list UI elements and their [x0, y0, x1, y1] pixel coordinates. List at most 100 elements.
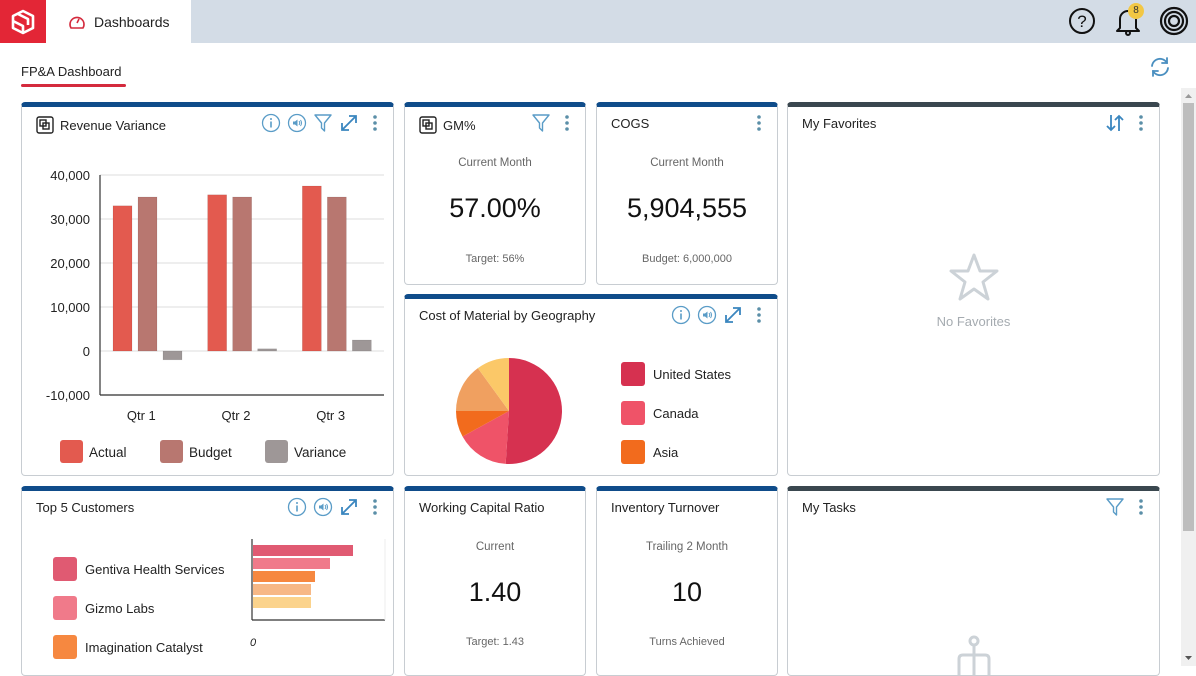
legend-swatch — [621, 362, 645, 386]
refresh-icon — [1151, 57, 1169, 77]
kpi-subtitle: Current Month — [458, 157, 532, 169]
x-tick-label: Qtr 1 — [127, 408, 156, 423]
speaker-icon[interactable] — [287, 113, 307, 133]
more-options-icon[interactable] — [557, 113, 577, 133]
x-tick-label: Qtr 2 — [222, 408, 251, 423]
customer-bar[interactable] — [253, 545, 353, 556]
legend-swatch — [53, 596, 77, 620]
customer-bar[interactable] — [253, 597, 311, 608]
help-button[interactable]: ? — [1066, 4, 1098, 38]
bar-budget[interactable] — [327, 196, 347, 352]
more-options-icon[interactable] — [1131, 497, 1151, 517]
filter-icon[interactable] — [531, 113, 551, 133]
info-icon[interactable] — [287, 497, 307, 517]
y-tick-label: 10,000 — [50, 300, 90, 315]
legend-label[interactable]: Actual — [89, 445, 127, 460]
card-title: Top 5 Customers — [36, 500, 135, 515]
filter-icon[interactable] — [1105, 497, 1125, 517]
app-logo[interactable] — [0, 0, 46, 43]
legend-item[interactable]: Asia — [621, 440, 678, 464]
legend-item[interactable]: Gentiva Health Services — [53, 557, 224, 581]
kpi-value: 1.40 — [468, 577, 522, 607]
bar-actual[interactable] — [302, 185, 322, 352]
y-tick-label: 40,000 — [50, 168, 90, 183]
bar-variance[interactable] — [352, 339, 372, 352]
more-options-icon[interactable] — [749, 305, 769, 325]
customers-bar-chart: 0 — [250, 539, 386, 649]
bar-budget[interactable] — [137, 196, 158, 352]
expand-icon[interactable] — [339, 113, 359, 133]
card-title: GM% — [443, 117, 476, 133]
expand-icon[interactable] — [723, 305, 743, 325]
speaker-icon[interactable] — [313, 497, 333, 517]
nav-tab-dashboards[interactable]: Dashboards — [46, 0, 191, 43]
more-options-icon[interactable] — [749, 113, 769, 133]
card-title: My Tasks — [802, 500, 856, 515]
legend-item[interactable]: United States — [621, 362, 731, 386]
more-options-icon[interactable] — [1131, 113, 1151, 133]
revenue-variance-card: Revenue Variance 40,000 30,000 20,000 10,00… — [21, 102, 394, 476]
bar-actual[interactable] — [207, 194, 227, 352]
kpi-value: 57.00% — [449, 193, 541, 223]
y-tick-label: 0 — [83, 344, 90, 359]
legend-label: Asia — [653, 444, 679, 460]
star-icon — [949, 253, 999, 301]
customer-bar[interactable] — [253, 558, 330, 569]
page-tab-fpa-dashboard[interactable]: FP&A Dashboard — [21, 64, 121, 79]
customer-bar[interactable] — [253, 584, 311, 595]
bar-variance[interactable] — [257, 348, 277, 352]
drill-icon[interactable] — [36, 116, 54, 134]
active-tab-indicator — [21, 84, 126, 87]
legend-swatch — [265, 440, 288, 463]
legend-item[interactable]: Canada — [621, 401, 699, 425]
no-favorites-text: No Favorites — [936, 314, 1011, 329]
scroll-up-arrow-icon[interactable] — [1181, 90, 1196, 102]
inventory-turnover-card: Inventory Turnover Trailing 2 Month 10 T… — [596, 486, 778, 676]
profile-button[interactable] — [1158, 4, 1190, 38]
kpi-value: 5,904,555 — [626, 193, 748, 223]
legend-label[interactable]: Budget — [189, 445, 232, 460]
y-tick-label: -10,000 — [46, 388, 90, 403]
bar-budget[interactable] — [232, 196, 252, 352]
vertical-scrollbar[interactable] — [1181, 88, 1196, 666]
pie-slice-united-states[interactable] — [505, 358, 563, 464]
card-title: Revenue Variance — [60, 117, 166, 133]
x-tick-label: 0 — [250, 637, 257, 649]
legend-label: Gentiva Health Services — [85, 561, 225, 577]
bar-variance[interactable] — [162, 350, 183, 361]
legend-label: Imagination Catalyst — [85, 639, 203, 655]
legend-item[interactable]: Imagination Catalyst — [53, 635, 203, 659]
legend-item[interactable]: Gizmo Labs — [53, 596, 154, 620]
kpi-value: 10 — [671, 577, 703, 607]
info-icon[interactable] — [671, 305, 691, 325]
legend-swatch — [53, 635, 77, 659]
customer-bar[interactable] — [253, 571, 315, 582]
refresh-button[interactable] — [1148, 55, 1172, 79]
more-options-icon[interactable] — [365, 113, 385, 133]
scrollbar-thumb[interactable] — [1183, 103, 1194, 531]
legend-swatch — [621, 401, 645, 425]
kpi-subtitle: Current Month — [650, 157, 724, 169]
speedometer-icon — [69, 16, 85, 29]
sort-icon[interactable] — [1105, 113, 1125, 133]
bar-actual[interactable] — [112, 205, 133, 352]
legend-swatch — [160, 440, 183, 463]
notifications-button[interactable]: 8 — [1112, 3, 1144, 38]
scroll-down-arrow-icon[interactable] — [1181, 652, 1196, 664]
info-icon[interactable] — [261, 113, 281, 133]
legend-label: Gizmo Labs — [85, 600, 155, 616]
more-options-icon[interactable] — [365, 497, 385, 517]
kpi-subtitle: Current — [475, 541, 515, 553]
drill-icon[interactable] — [419, 116, 437, 134]
tasks-empty-icon — [957, 635, 991, 675]
card-title: Working Capital Ratio — [419, 500, 545, 515]
legend-swatch — [621, 440, 645, 464]
my-tasks-card: My Tasks — [787, 486, 1160, 676]
expand-icon[interactable] — [339, 497, 359, 517]
speaker-icon[interactable] — [697, 305, 717, 325]
filter-icon[interactable] — [313, 113, 333, 133]
legend-label[interactable]: Variance — [294, 445, 346, 460]
cube-logo-icon — [11, 9, 35, 34]
revenue-variance-chart: 40,000 30,000 20,000 10,000 0 -10,000 Qtr 1 Qtr… — [46, 168, 384, 463]
kpi-budget: Budget: 6,000,000 — [642, 253, 732, 265]
